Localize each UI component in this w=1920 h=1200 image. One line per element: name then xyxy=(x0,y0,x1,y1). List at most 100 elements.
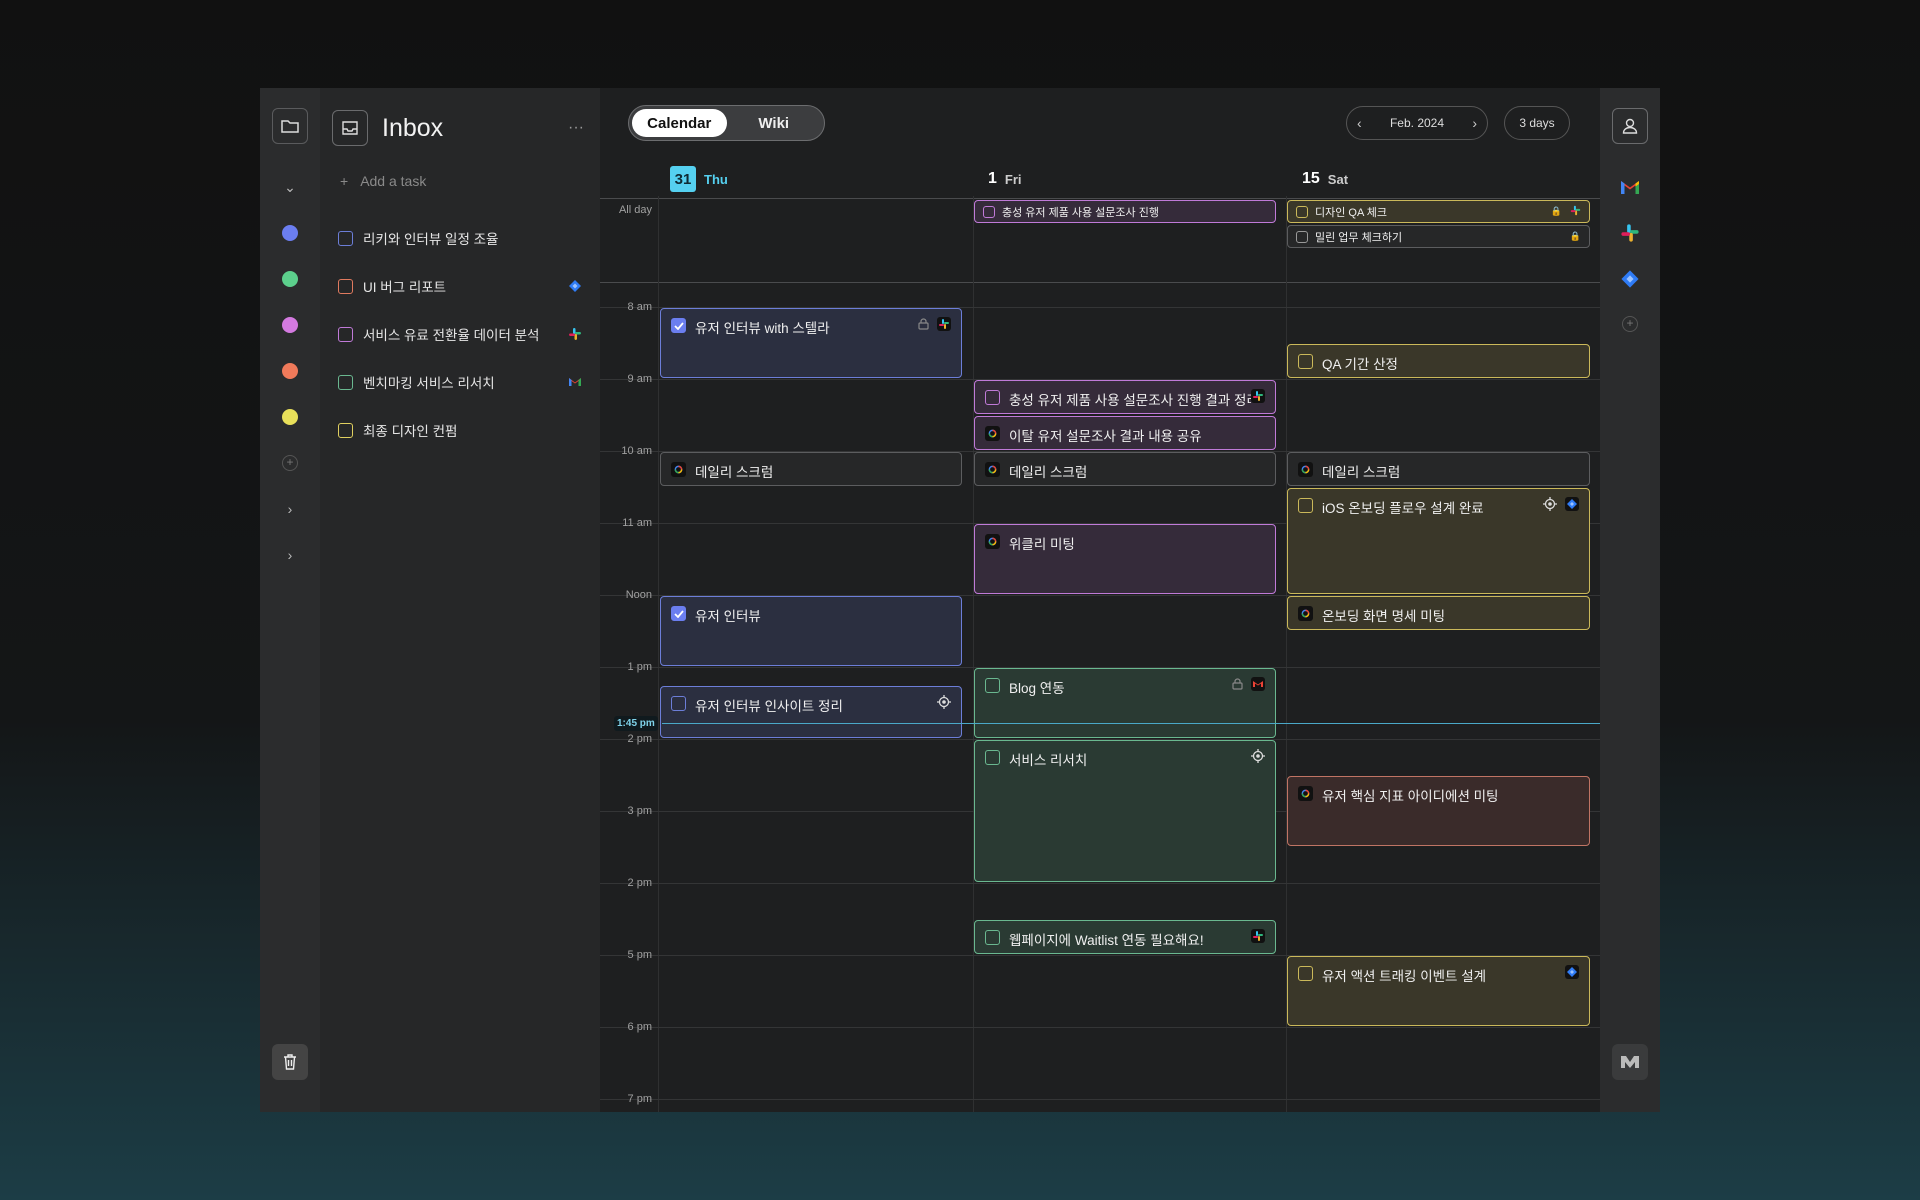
calendar-event[interactable]: iOS 온보딩 플로우 설계 완료 xyxy=(1287,488,1590,594)
task-checkbox[interactable] xyxy=(338,230,353,246)
task-item[interactable]: 서비스 유료 전환율 데이터 분석 xyxy=(332,310,588,358)
calendar-event[interactable]: 이탈 유저 설문조사 결과 내용 공유 xyxy=(974,416,1276,450)
day-name: Fri xyxy=(1004,171,1022,187)
calendar-event[interactable]: QA 기간 산정 xyxy=(1287,344,1590,378)
event-checkbox[interactable] xyxy=(671,606,686,621)
event-checkbox[interactable] xyxy=(1298,354,1313,369)
calendar-event[interactable]: 서비스 리서치 xyxy=(974,740,1276,882)
event-checkbox[interactable] xyxy=(985,390,1000,405)
slack-icon xyxy=(568,327,582,341)
calendar-event[interactable]: 온보딩 화면 명세 미팅 xyxy=(1287,596,1590,630)
allday-label: All day xyxy=(618,204,652,216)
calendar-event[interactable]: 데일리 스크럼 xyxy=(1287,452,1590,486)
event-checkbox[interactable] xyxy=(671,696,686,711)
divider xyxy=(658,196,659,1112)
event-checkbox[interactable] xyxy=(1298,498,1313,513)
day-header[interactable]: 1 Fri xyxy=(988,164,1022,194)
more-icon[interactable]: ··· xyxy=(568,119,588,137)
task-checkbox[interactable] xyxy=(338,278,353,294)
month-label: Feb. 2024 xyxy=(1389,116,1445,130)
allday-event[interactable]: 충성 유저 제품 사용 설문조사 진행 xyxy=(974,200,1276,223)
gmail-icon[interactable] xyxy=(1619,176,1641,198)
event-title: 이탈 유저 설문조사 결과 내용 공유 xyxy=(1009,429,1202,444)
hour-label: 5 pm xyxy=(627,949,652,961)
task-item[interactable]: 리키와 인터뷰 일정 조율 xyxy=(332,214,588,262)
task-label: 최종 디자인 컨펌 xyxy=(363,424,458,439)
task-item[interactable]: 벤치마킹 서비스 리서치 xyxy=(332,358,588,406)
calendar-event[interactable]: 데일리 스크럼 xyxy=(974,452,1276,486)
event-checkbox[interactable] xyxy=(1298,966,1313,981)
app-window: ⌄ + › › Inbox ··· + Add a task 리키와 인터뷰 일… xyxy=(260,88,1660,1112)
event-checkbox[interactable] xyxy=(983,205,995,218)
task-checkbox[interactable] xyxy=(338,374,353,390)
calendar-event[interactable]: 충성 유저 제품 사용 설문조사 진행 결과 정리 xyxy=(974,380,1276,414)
event-title: 유저 핵심 지표 아이디에션 미팅 xyxy=(1322,789,1499,804)
calendar-event[interactable]: 유저 인터뷰 xyxy=(660,596,962,666)
add-project-icon[interactable]: + xyxy=(282,455,298,471)
calendar-event[interactable]: 데일리 스크럼 xyxy=(660,452,962,486)
trash-icon[interactable] xyxy=(272,1044,308,1080)
chevron-right-icon[interactable]: › xyxy=(260,532,320,578)
event-title: 밀린 업무 체크하기 xyxy=(1315,231,1403,244)
jira-icon[interactable] xyxy=(1619,268,1641,290)
project-dot-2[interactable] xyxy=(282,271,298,287)
event-title: 데일리 스크럼 xyxy=(695,465,774,480)
event-checkbox[interactable] xyxy=(671,318,686,333)
lock-icon xyxy=(918,318,929,333)
add-task-placeholder: Add a task xyxy=(360,173,427,189)
calendar-event[interactable]: 유저 인터뷰 인사이트 정리 xyxy=(660,686,962,738)
range-selector[interactable]: 3 days xyxy=(1504,106,1570,140)
task-label: 리키와 인터뷰 일정 조율 xyxy=(363,232,499,247)
day-header[interactable]: 15 Sat xyxy=(1302,164,1348,194)
profile-icon[interactable] xyxy=(1612,108,1648,144)
google-calendar-icon xyxy=(1298,606,1313,621)
event-checkbox[interactable] xyxy=(1296,205,1308,218)
calendar-event[interactable]: 유저 핵심 지표 아이디에션 미팅 xyxy=(1287,776,1590,846)
day-header[interactable]: 31 Thu xyxy=(670,164,728,194)
task-checkbox[interactable] xyxy=(338,422,353,438)
allday-event[interactable]: 밀린 업무 체크하기 🔒 xyxy=(1287,225,1590,248)
lock-icon: 🔒 xyxy=(1550,206,1562,216)
allday-event[interactable]: 디자인 QA 체크 🔒 xyxy=(1287,200,1590,223)
chevron-left-icon[interactable]: ‹ xyxy=(1357,115,1362,131)
focus-target-icon xyxy=(937,695,951,712)
left-rail: ⌄ + › › xyxy=(260,88,320,1112)
add-task-input[interactable]: + Add a task xyxy=(332,166,588,196)
folder-icon[interactable] xyxy=(272,108,308,144)
project-dot-4[interactable] xyxy=(282,363,298,379)
app-logo-icon[interactable] xyxy=(1612,1044,1648,1080)
jira-icon xyxy=(1565,965,1579,982)
event-title: 유저 인터뷰 xyxy=(695,609,761,624)
calendar-event[interactable]: 유저 인터뷰 with 스텔라 xyxy=(660,308,962,378)
event-checkbox[interactable] xyxy=(985,678,1000,693)
project-dot-5[interactable] xyxy=(282,409,298,425)
slack-icon[interactable] xyxy=(1619,222,1641,244)
calendar-event[interactable]: 웹페이지에 Waitlist 연동 필요해요! xyxy=(974,920,1276,954)
add-integration-icon[interactable]: + xyxy=(1622,316,1638,332)
calendar-event[interactable]: Blog 연동 xyxy=(974,668,1276,738)
event-checkbox[interactable] xyxy=(1296,230,1308,243)
google-calendar-icon xyxy=(985,462,1000,477)
tab-wiki[interactable]: Wiki xyxy=(727,109,822,137)
task-checkbox[interactable] xyxy=(338,326,353,342)
event-checkbox[interactable] xyxy=(985,930,1000,945)
chevron-right-icon[interactable]: › xyxy=(260,486,320,532)
slack-icon xyxy=(1251,929,1265,946)
chevron-right-icon[interactable]: › xyxy=(1472,115,1477,131)
calendar-event[interactable]: 위클리 미팅 xyxy=(974,524,1276,594)
project-dot-3[interactable] xyxy=(282,317,298,333)
tab-calendar[interactable]: Calendar xyxy=(632,109,727,137)
hour-label: Noon xyxy=(625,589,652,601)
event-title: Blog 연동 xyxy=(1009,681,1065,696)
event-checkbox[interactable] xyxy=(985,750,1000,765)
project-dot-1[interactable] xyxy=(282,225,298,241)
calendar-event[interactable]: 유저 액션 트래킹 이벤트 설계 xyxy=(1287,956,1590,1026)
task-label: 서비스 유료 전환율 데이터 분석 xyxy=(363,328,540,343)
event-title: 위클리 미팅 xyxy=(1009,537,1075,552)
event-title: 서비스 리서치 xyxy=(1009,753,1088,768)
chevron-down-icon[interactable]: ⌄ xyxy=(260,164,320,210)
hour-label: 11 am xyxy=(622,517,652,529)
task-item[interactable]: 최종 디자인 컨펌 xyxy=(332,406,588,454)
jira-icon xyxy=(568,279,582,293)
task-item[interactable]: UI 버그 리포트 xyxy=(332,262,588,310)
